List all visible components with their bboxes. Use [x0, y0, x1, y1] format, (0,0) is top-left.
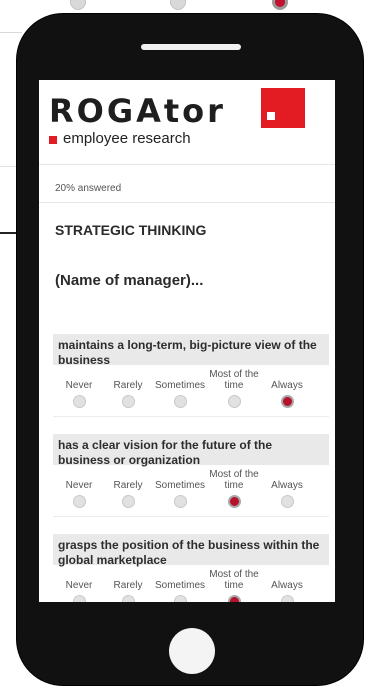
- header-divider: [39, 164, 335, 165]
- answer-option-label: Always: [271, 580, 303, 591]
- answer-scale: Never Rarely Sometimes Most of the time Alwa…: [53, 465, 329, 515]
- background-radio: [70, 0, 86, 10]
- background-divider: [0, 32, 22, 33]
- answer-option: Most of the time: [207, 467, 261, 508]
- answer-option: Never: [52, 567, 106, 602]
- question-text: has a clear vision for the future of the…: [53, 434, 329, 467]
- question-divider: [53, 516, 329, 517]
- answer-option-label: Most of the time: [209, 569, 259, 591]
- question-item: maintains a long-term, big-picture view …: [53, 334, 329, 417]
- subject-heading: (Name of manager)...: [55, 272, 204, 289]
- radio-button[interactable]: [72, 395, 86, 408]
- answer-option: Never: [52, 467, 106, 508]
- radio-button[interactable]: [121, 395, 135, 408]
- radio-button[interactable]: [280, 495, 294, 508]
- progress-status: 20% answered: [55, 183, 122, 194]
- answer-option-label: Sometimes: [154, 480, 205, 491]
- answer-option: Never: [52, 367, 106, 408]
- answer-scale: Never Rarely Sometimes Most of the time Alwa…: [53, 565, 329, 602]
- answer-option: Most of the time: [207, 367, 261, 408]
- logo-red-square-icon: [261, 88, 305, 128]
- home-button[interactable]: [169, 628, 215, 674]
- phone-screen: ROGAtor employee research 20% answered S…: [39, 80, 335, 602]
- background-radio: [170, 0, 186, 10]
- answer-option: Always: [260, 367, 314, 408]
- answer-option-label: Never: [65, 380, 93, 391]
- answer-option-label: Rarely: [113, 480, 143, 491]
- radio-button[interactable]: [173, 595, 187, 602]
- phone-frame: ROGAtor employee research 20% answered S…: [17, 14, 363, 685]
- radio-button[interactable]: [227, 395, 241, 408]
- radio-button[interactable]: [72, 595, 86, 602]
- answer-option: Sometimes: [153, 367, 207, 408]
- question-text: grasps the position of the business with…: [53, 534, 329, 567]
- question-text: maintains a long-term, big-picture view …: [53, 334, 329, 367]
- background-radio-selected: [272, 0, 288, 10]
- radio-button[interactable]: [121, 595, 135, 602]
- answer-option-label: Never: [65, 580, 93, 591]
- answer-option-label: Rarely: [113, 380, 143, 391]
- radio-selected[interactable]: [280, 395, 294, 408]
- brand-logo: ROGAtor employee research: [49, 84, 325, 158]
- answer-option: Sometimes: [153, 467, 207, 508]
- answer-option-label: Never: [65, 480, 93, 491]
- background-rule: [0, 232, 16, 234]
- question-item: grasps the position of the business with…: [53, 534, 329, 602]
- answer-option-label: Most of the time: [209, 469, 259, 491]
- question-item: has a clear vision for the future of the…: [53, 434, 329, 517]
- answer-option-label: Always: [271, 380, 303, 391]
- radio-button[interactable]: [173, 395, 187, 408]
- progress-divider: [39, 202, 335, 203]
- answer-option: Rarely: [101, 467, 155, 508]
- radio-button[interactable]: [280, 595, 294, 602]
- section-title: STRATEGIC THINKING: [55, 222, 207, 238]
- phone-speaker: [141, 44, 241, 50]
- answer-option: Most of the time: [207, 567, 261, 602]
- answer-option-label: Always: [271, 480, 303, 491]
- answer-option: Rarely: [101, 367, 155, 408]
- radio-button[interactable]: [72, 495, 86, 508]
- answer-option: Always: [260, 467, 314, 508]
- answer-scale: Never Rarely Sometimes Most of the time Alwa…: [53, 365, 329, 415]
- logo-wordmark: ROGAtor: [49, 92, 226, 130]
- radio-selected[interactable]: [227, 495, 241, 508]
- answer-option-label: Most of the time: [209, 369, 259, 391]
- answer-option: Sometimes: [153, 567, 207, 602]
- question-divider: [53, 416, 329, 417]
- answer-option: Always: [260, 567, 314, 602]
- brand-tagline: employee research: [63, 130, 191, 147]
- radio-button[interactable]: [173, 495, 187, 508]
- tagline-bullet-icon: [49, 136, 57, 144]
- answer-option-label: Sometimes: [154, 580, 205, 591]
- radio-button[interactable]: [121, 495, 135, 508]
- radio-selected[interactable]: [227, 595, 241, 602]
- answer-option: Rarely: [101, 567, 155, 602]
- answer-option-label: Sometimes: [154, 380, 205, 391]
- answer-option-label: Rarely: [113, 580, 143, 591]
